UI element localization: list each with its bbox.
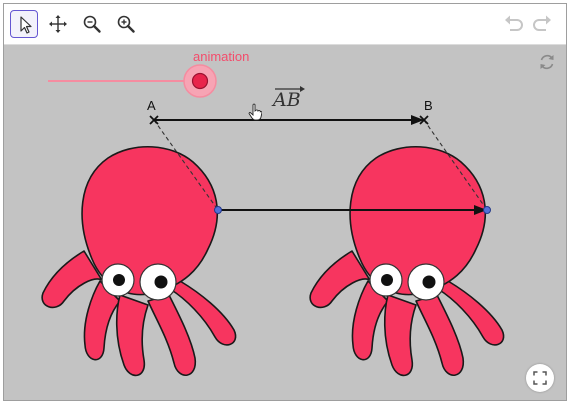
slider-handle[interactable] xyxy=(191,72,209,90)
move-graphics-view-icon xyxy=(49,15,67,33)
octopus-translated xyxy=(309,146,505,377)
applet-frame: animation AB A B xyxy=(3,3,567,401)
move-arrow-icon xyxy=(20,16,32,34)
toolbar xyxy=(4,4,566,45)
vector-ab-arrowhead xyxy=(411,115,424,125)
redo-icon[interactable] xyxy=(530,12,554,36)
point-b-label: B xyxy=(424,98,433,113)
octopus-original[interactable] xyxy=(41,146,237,377)
point-on-original[interactable] xyxy=(214,206,222,214)
point-on-image xyxy=(483,206,491,214)
zoom-in-button[interactable] xyxy=(112,10,140,38)
zoom-out-icon xyxy=(83,15,101,33)
fullscreen-icon xyxy=(533,371,547,385)
move-tool-button[interactable] xyxy=(10,10,38,38)
graphics-view[interactable]: animation AB A B xyxy=(4,45,566,400)
move-graphics-view-button[interactable] xyxy=(44,10,72,38)
point-a-label: A xyxy=(147,98,156,113)
fullscreen-button[interactable] xyxy=(526,364,554,392)
hand-cursor-icon xyxy=(248,103,262,121)
undo-icon[interactable] xyxy=(502,12,526,36)
zoom-in-icon xyxy=(117,15,135,33)
refresh-view-icon[interactable] xyxy=(537,52,557,72)
geogebra-applet: animation AB A B xyxy=(0,0,570,404)
slider-label: animation xyxy=(193,49,250,64)
vector-label: AB xyxy=(273,89,301,111)
zoom-out-button[interactable] xyxy=(78,10,106,38)
